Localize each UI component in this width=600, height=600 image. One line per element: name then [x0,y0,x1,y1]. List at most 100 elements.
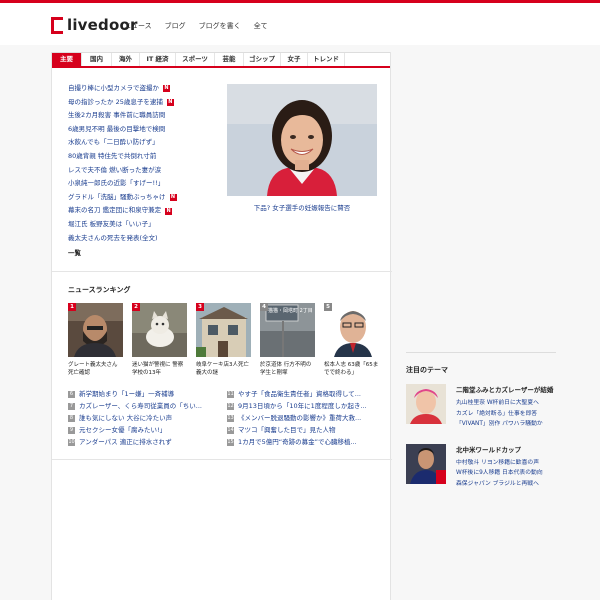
tab-entertainment[interactable]: 芸能 [215,53,244,66]
ranking-item[interactable]: 9 元セクシー女優「腐みたい!」 [68,424,215,436]
ranking-caption[interactable]: 岐阜ケーキ店3人死亡 義大の謎 [196,361,251,377]
ranking-item[interactable]: 6 新学期始まり「1ー嫌」一斉補導 [68,388,215,400]
ranking-thumbnail[interactable]: 5 [324,303,379,357]
news-item[interactable]: グラドル「洗脳」騒動ぶっちゃけ N [68,191,228,205]
ranking-item[interactable]: 7 カズレーザー、くら寿司従業員の「ちい... [68,400,215,412]
news-item[interactable]: 義太夫さんの死去を発表(全文) [68,232,228,246]
tab-women[interactable]: 女子 [281,53,308,66]
tab-world[interactable]: 海外 [112,53,140,66]
news-item[interactable]: 水飲んでも「二日酔い防げず」 [68,136,228,150]
rank-number: 14 [227,426,234,434]
theme-thumbnail[interactable] [406,384,446,424]
feature-caption[interactable]: 下品? 女子選手の妊娠報告に賛否 [227,202,377,212]
new-badge: N [169,194,177,202]
tab-domestic[interactable]: 国内 [82,53,112,66]
news-headline[interactable]: 母の指診ったか 25歳息子を逮捕 [68,96,163,110]
section-divider [52,271,392,272]
news-headline[interactable]: 80歳背親 特住先で共倒れ寸前 [68,150,156,164]
tab-main[interactable]: 主要 [52,53,82,66]
ranking-item[interactable]: 12 9月13日頃から「10年に1度程度しか起き... [227,400,374,412]
ranking-card[interactable]: 猫猫・岡塔町 2丁目 4 於京道体 行方不明の学生と剛塚 [260,303,315,377]
theme-link[interactable]: 「VIVANT」別作 パワハラ騒動か [456,419,553,430]
theme-thumbnail[interactable] [406,443,446,484]
ranking-headline[interactable]: カズレーザー、くら寿司従業員の「ちい... [79,400,202,412]
rank-number: 6 [68,390,75,398]
news-headline[interactable]: 堀江氏 板野友美は「いい子」 [68,218,155,232]
ranking-caption[interactable]: 松本人志 63歳「65までで終わる」 [324,361,379,377]
ranking-headline[interactable]: マツコ「興奮した目で」見た人物 [238,424,336,436]
tab-sports[interactable]: スポーツ [176,53,215,66]
news-item[interactable]: 母の指診ったか 25歳息子を逮捕 N [68,96,228,110]
nav-blog[interactable]: ブログ [165,21,186,31]
ranking-item[interactable]: 15 1カ月で5億円“奇跡の募金”で心臓移植... [227,436,374,448]
news-headline[interactable]: グラドル「洗脳」騒動ぶっちゃけ [68,191,166,205]
rank-number: 5 [324,303,332,311]
news-item[interactable]: 生後2カ月殺害 事件前に職員訪問 [68,109,228,123]
ranking-caption[interactable]: 迷い猫が警視に 警察学校の13年 [132,361,187,377]
nav-all[interactable]: 全て [254,21,268,31]
tab-gossip[interactable]: ゴシップ [244,53,281,66]
news-item[interactable]: レスで夫不倫 燃い断った妻が涙 [68,164,228,178]
news-item[interactable]: 堀江氏 板野友美は「いい子」 [68,218,228,232]
ranking-headline[interactable]: やす子「食品衛生責任者」資格取得して... [238,388,361,400]
new-badge: N [163,85,170,93]
ranking-thumbnail[interactable]: 3 [196,303,251,357]
news-item[interactable]: 幕末の名刀 鑑定団に和泉守兼定 N [68,204,228,218]
ranking-headline[interactable]: 《メンバー脱退騒動の影響か》重荷大救... [238,412,361,424]
sidebar-title: 注目のテーマ [406,366,448,374]
ranking-item[interactable]: 13 《メンバー脱退騒動の影響か》重荷大救... [227,412,374,424]
news-headline[interactable]: 自撮り棒に小型カメラで盗撮か [68,82,159,96]
theme-link[interactable]: 中村敬斗 リヨン移籍に歓喜の声 [456,458,543,469]
ranking-card[interactable]: 2 迷い猫が警視に 警察学校の13年 [132,303,187,377]
ranking-card[interactable]: 5 松本人志 63歳「65までで終わる」 [324,303,379,377]
news-headline[interactable]: 生後2カ月殺害 事件前に職員訪問 [68,109,165,123]
tab-it-economy[interactable]: IT 経済 [140,53,176,66]
ranking-card[interactable]: 1 グレート義太夫さん 死亡確認 [68,303,123,377]
nav-news[interactable]: ニュース [124,21,152,31]
new-badge: N [166,98,174,106]
news-item[interactable]: 小泉純一郎氏の近影「すげー!!」 [68,177,228,191]
theme-link[interactable]: カズレ「絶対断る」仕事を即答 [456,409,553,420]
ranking-caption[interactable]: グレート義太夫さん 死亡確認 [68,361,123,377]
ranking-headline[interactable]: 1カ月で5億円“奇跡の募金”で心臓移植... [238,436,357,448]
ranking-headline[interactable]: 元セクシー女優「腐みたい!」 [79,424,166,436]
ranking-caption[interactable]: 於京道体 行方不明の学生と剛塚 [260,361,315,377]
ranking-headline[interactable]: アンダーパス 適正に排水されず [79,436,172,448]
rank-number: 13 [227,414,234,422]
news-headline[interactable]: 幕末の名刀 鑑定団に和泉守兼定 [68,204,161,218]
news-list-more-link[interactable]: 一覧 [68,247,228,257]
featured-themes-sidebar: 注目のテーマ 二階堂ふみとカズレーザーが結婚 丸山桂里奈 W杯前日に大聖夏へ カ… [406,352,556,489]
news-item[interactable]: 6歳男児不明 最後の目撃地で検問 [68,123,228,137]
ranking-thumbnail[interactable]: 2 [132,303,187,357]
top-news-list: 自撮り棒に小型カメラで盗撮か N 母の指診ったか 25歳息子を逮捕 N 生後2カ月殺… [68,82,228,257]
ranking-headline[interactable]: 誰も気にしない 大谷に冷たい声 [79,412,172,424]
news-item[interactable]: 80歳背親 特住先で共倒れ寸前 [68,150,228,164]
ranking-item[interactable]: 8 誰も気にしない 大谷に冷たい声 [68,412,215,424]
news-item[interactable]: 自撮り棒に小型カメラで盗撮か N [68,82,228,96]
section-divider [52,459,392,460]
ranking-thumbnail[interactable]: 1 [68,303,123,357]
nav-write-blog[interactable]: ブログを書く [199,21,241,31]
news-headline[interactable]: 水飲んでも「二日酔い防げず」 [68,136,159,150]
ranking-headline[interactable]: 9月13日頃から「10年に1度程度しか起き... [238,400,367,412]
theme-link[interactable]: 森保ジャパン ブラジルと再戦へ [456,479,543,490]
theme-heading[interactable]: 北中米ワールドカップ [456,444,543,454]
ranking-card[interactable]: 3 岐阜ケーキ店3人死亡 義大の謎 [196,303,251,377]
ranking-item[interactable]: 11 やす子「食品衛生責任者」資格取得して... [227,388,374,400]
news-headline[interactable]: 義太夫さんの死去を発表(全文) [68,232,158,246]
ranking-item[interactable]: 10 アンダーパス 適正に排水されず [68,436,215,448]
theme-link[interactable]: 丸山桂里奈 W杯前日に大聖夏へ [456,398,553,409]
ranking-headline[interactable]: 新学期始まり「1ー嫌」一斉補導 [79,388,174,400]
news-headline[interactable]: 6歳男児不明 最後の目撃地で検問 [68,123,165,137]
ranking-item[interactable]: 14 マツコ「興奮した目で」見た人物 [227,424,374,436]
top-nav: ニュース ブログ ブログを書く 全て [124,21,281,31]
news-headline[interactable]: 小泉純一郎氏の近影「すげー!!」 [68,177,164,191]
feature-photo[interactable] [227,84,377,196]
news-headline[interactable]: レスで夫不倫 燃い断った妻が涙 [68,164,161,178]
ranking-thumbnail[interactable]: 猫猫・岡塔町 2丁目 4 [260,303,315,357]
theme-heading[interactable]: 二階堂ふみとカズレーザーが結婚 [456,384,553,394]
rank-number: 8 [68,414,75,422]
tab-trend[interactable]: トレンド [308,53,345,66]
rank-number: 11 [227,390,234,398]
theme-link[interactable]: W杯後に9人移籍 日本代表の動向 [456,468,543,479]
